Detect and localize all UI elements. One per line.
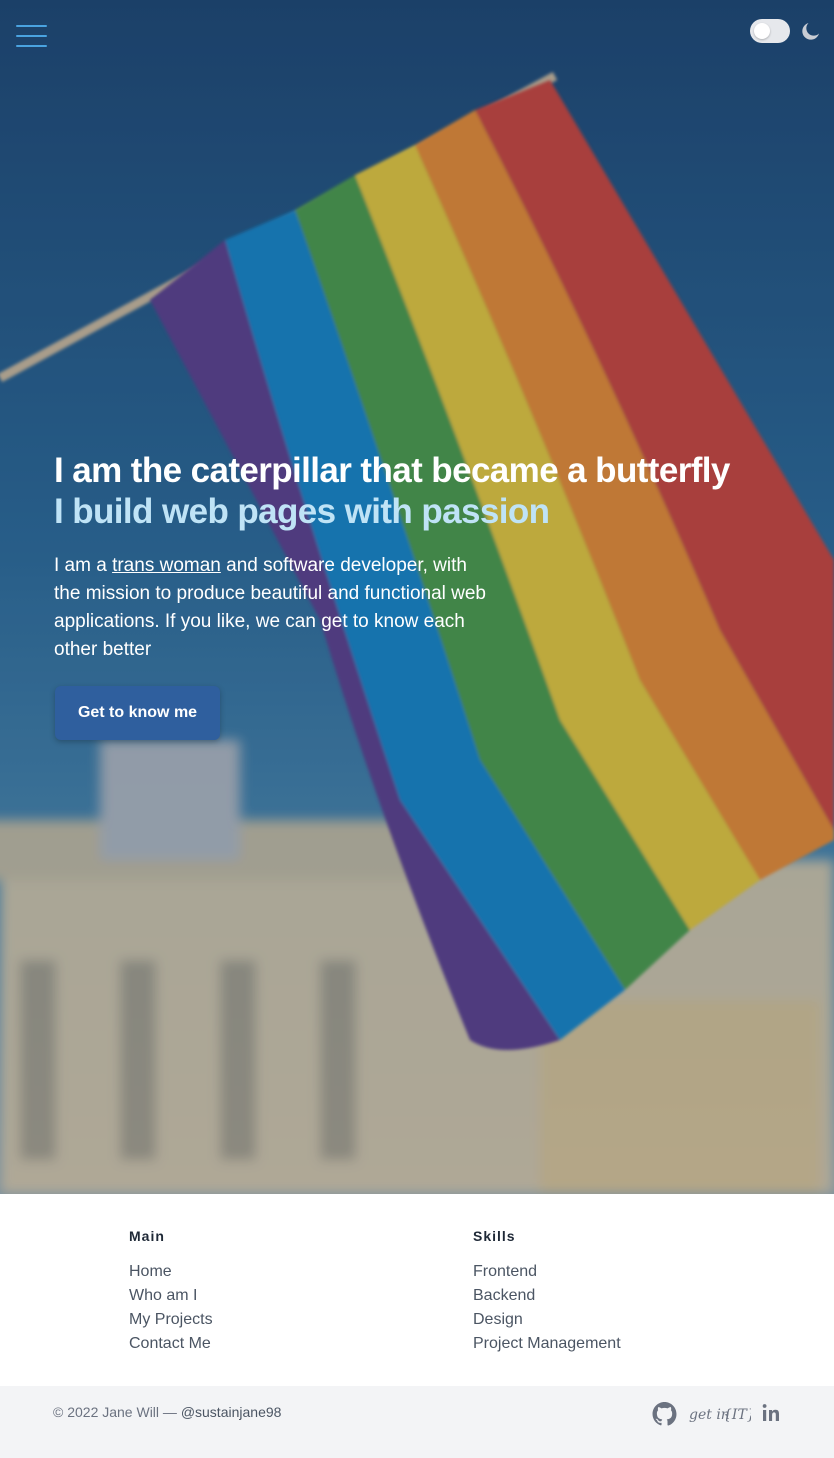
moon-icon[interactable] bbox=[799, 19, 823, 43]
footer-link-design[interactable]: Design bbox=[473, 1308, 621, 1332]
linkedin-icon[interactable] bbox=[762, 1400, 780, 1428]
copyright: © 2022 Jane Will — @sustainjane98 bbox=[53, 1404, 281, 1420]
footer-link-frontend[interactable]: Frontend bbox=[473, 1260, 621, 1284]
footer-main-column: Main Home Who am I My Projects Contact M… bbox=[129, 1228, 213, 1356]
headline-accent: I build web pages with passion bbox=[54, 492, 550, 531]
footer-link-backend[interactable]: Backend bbox=[473, 1284, 621, 1308]
menu-bar bbox=[16, 45, 47, 47]
hamburger-menu-icon[interactable] bbox=[16, 22, 48, 50]
hero-headline: I am the caterpillar that became a butte… bbox=[54, 450, 794, 532]
trans-woman-link[interactable]: trans woman bbox=[112, 555, 221, 576]
getin-it-icon[interactable]: get in {IT} bbox=[689, 1400, 751, 1428]
hero-section: I am the caterpillar that became a butte… bbox=[0, 0, 834, 1194]
get-to-know-me-button[interactable]: Get to know me bbox=[55, 686, 220, 740]
copyright-text: © 2022 Jane Will — bbox=[53, 1404, 181, 1420]
footer-link-my-projects[interactable]: My Projects bbox=[129, 1308, 213, 1332]
hero-intro: I am a trans woman and software develope… bbox=[54, 552, 494, 664]
footer-nav: Main Home Who am I My Projects Contact M… bbox=[0, 1194, 834, 1386]
theme-toggle-switch[interactable] bbox=[750, 19, 790, 43]
footer-link-home[interactable]: Home bbox=[129, 1260, 213, 1284]
footer-skills-column: Skills Frontend Backend Design Project M… bbox=[473, 1228, 621, 1356]
github-icon[interactable] bbox=[652, 1400, 677, 1428]
toggle-knob bbox=[754, 23, 770, 39]
bottom-bar: © 2022 Jane Will — @sustainjane98 get in… bbox=[0, 1386, 834, 1458]
menu-bar bbox=[16, 25, 47, 27]
author-handle[interactable]: @sustainjane98 bbox=[181, 1404, 282, 1420]
getin-brace-text: {IT} bbox=[723, 1407, 751, 1423]
footer-skills-title: Skills bbox=[473, 1228, 516, 1244]
footer-link-contact-me[interactable]: Contact Me bbox=[129, 1332, 213, 1356]
headline-main: I am the caterpillar that became a butte… bbox=[54, 451, 730, 490]
menu-bar bbox=[16, 35, 47, 37]
hero-content: I am the caterpillar that became a butte… bbox=[54, 450, 794, 740]
footer-link-who-am-i[interactable]: Who am I bbox=[129, 1284, 213, 1308]
intro-text-before: I am a bbox=[54, 555, 113, 576]
footer-main-title: Main bbox=[129, 1228, 165, 1244]
footer-link-project-management[interactable]: Project Management bbox=[473, 1332, 621, 1356]
